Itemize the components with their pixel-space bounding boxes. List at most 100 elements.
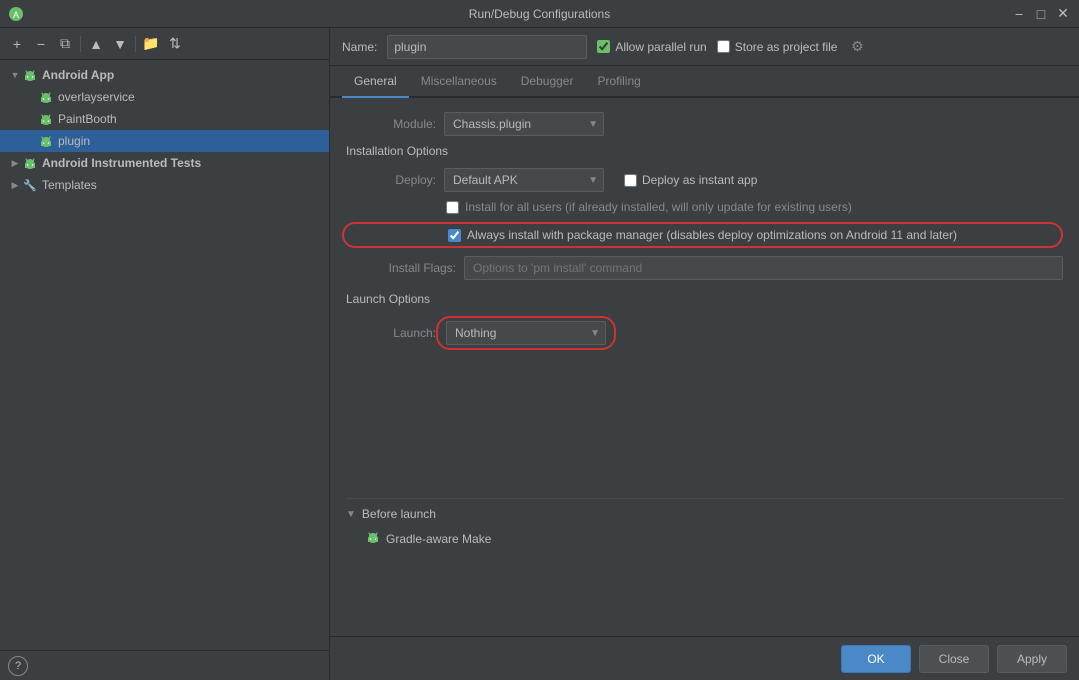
deploy-instant-checkbox[interactable] xyxy=(624,174,637,187)
tab-debugger[interactable]: Debugger xyxy=(509,66,586,98)
sort-button[interactable]: ⇅ xyxy=(164,33,186,55)
module-label: Module: xyxy=(346,117,436,131)
move-down-button[interactable]: ▼ xyxy=(109,33,131,55)
toolbar-separator-1 xyxy=(80,36,81,52)
apply-button[interactable]: Apply xyxy=(997,645,1067,673)
install-for-all-text[interactable]: Install for all users (if already instal… xyxy=(465,200,852,214)
before-launch-item-gradle: Gradle-aware Make xyxy=(358,527,1063,550)
tab-miscellaneous[interactable]: Miscellaneous xyxy=(409,66,509,98)
left-panel: + − ⧉ ▲ ▼ 📁 ⇅ xyxy=(0,28,330,680)
tree-item-android-app[interactable]: ▼ Android App xyxy=(0,64,329,86)
toolbar-separator-2 xyxy=(135,36,136,52)
name-input[interactable] xyxy=(387,35,587,59)
always-install-checkbox[interactable] xyxy=(448,229,461,242)
android-config-icon xyxy=(38,133,54,149)
tree-item-label: PaintBooth xyxy=(58,112,117,126)
tree-expand-arrow: ▼ xyxy=(8,68,22,82)
app-icon: A xyxy=(8,6,24,22)
always-install-text[interactable]: Always install with package manager (dis… xyxy=(467,228,957,242)
folder-button[interactable]: 📁 xyxy=(140,33,162,55)
android-icon xyxy=(22,155,38,171)
tree-item-label: Android Instrumented Tests xyxy=(42,156,201,170)
launch-row-wrapper: Launch: Nothing Default Activity Specifi… xyxy=(346,316,1063,350)
button-row: OK Close Apply xyxy=(330,636,1079,680)
wrench-icon: 🔧 xyxy=(22,177,38,193)
tab-profiling[interactable]: Profiling xyxy=(585,66,652,98)
tree-item-templates[interactable]: ▶ 🔧 Templates xyxy=(0,174,329,196)
tabs-row: General Miscellaneous Debugger Profiling xyxy=(330,66,1079,98)
tree-item-paintbooth[interactable]: ▶ PaintBooth xyxy=(0,108,329,130)
help-button[interactable]: ? xyxy=(8,656,28,676)
install-flags-input[interactable] xyxy=(464,256,1063,280)
install-flags-row: Install Flags: xyxy=(346,256,1063,280)
copy-icon: ⧉ xyxy=(60,35,70,52)
add-config-button[interactable]: + xyxy=(6,33,28,55)
module-select[interactable]: Chassis.plugin xyxy=(444,112,604,136)
deploy-instant-label[interactable]: Deploy as instant app xyxy=(624,173,757,187)
installation-options-title: Installation Options xyxy=(346,144,1063,158)
deploy-select[interactable]: Default APK APK from app bundle Nothing xyxy=(444,168,604,192)
minus-icon: − xyxy=(37,36,45,52)
before-launch-triangle[interactable]: ▼ xyxy=(346,509,356,520)
tree-item-overlayservice[interactable]: ▶ overlayservice xyxy=(0,86,329,108)
tree-item-android-instrumented[interactable]: ▶ Android Instrumented Tests xyxy=(0,152,329,174)
move-up-button[interactable]: ▲ xyxy=(85,33,107,55)
allow-parallel-text: Allow parallel run xyxy=(615,40,706,54)
store-as-project-label[interactable]: Store as project file xyxy=(717,40,838,54)
tree-expand-arrow: ▶ xyxy=(8,178,22,192)
bottom-bar: ? xyxy=(0,650,329,680)
deploy-instant-text: Deploy as instant app xyxy=(642,173,757,187)
remove-config-button[interactable]: − xyxy=(30,33,52,55)
tree-toolbar: + − ⧉ ▲ ▼ 📁 ⇅ xyxy=(0,28,329,60)
android-config-icon xyxy=(38,111,54,127)
install-for-all-row: Install for all users (if already instal… xyxy=(346,200,1063,214)
name-label: Name: xyxy=(342,40,377,54)
ok-button[interactable]: OK xyxy=(841,645,911,673)
close-button[interactable]: ✕ xyxy=(1055,6,1071,22)
maximize-button[interactable]: □ xyxy=(1033,6,1049,22)
tree-item-label: Android App xyxy=(42,68,114,82)
gradle-make-label: Gradle-aware Make xyxy=(386,532,491,546)
up-arrow-icon: ▲ xyxy=(89,36,103,52)
launch-select-wrapper: Nothing Default Activity Specified Activ… xyxy=(446,321,606,345)
allow-parallel-checkbox[interactable] xyxy=(597,40,610,53)
tree-expand-arrow: ▶ xyxy=(8,156,22,170)
module-select-wrapper: Chassis.plugin ▼ xyxy=(444,112,604,136)
launch-label: Launch: xyxy=(346,326,436,340)
down-arrow-icon: ▼ xyxy=(113,36,127,52)
deploy-select-wrapper: Default APK APK from app bundle Nothing … xyxy=(444,168,604,192)
gradle-make-icon xyxy=(366,530,380,547)
android-config-icon xyxy=(38,89,54,105)
title-bar: A Run/Debug Configurations − □ ✕ xyxy=(0,0,1079,28)
tab-general[interactable]: General xyxy=(342,66,409,98)
store-as-project-checkbox[interactable] xyxy=(717,40,730,53)
dialog-title: Run/Debug Configurations xyxy=(469,7,610,21)
install-for-all-checkbox[interactable] xyxy=(446,201,459,214)
main-layout: + − ⧉ ▲ ▼ 📁 ⇅ xyxy=(0,28,1079,680)
sort-icon: ⇅ xyxy=(169,35,181,52)
folder-icon: 📁 xyxy=(142,35,159,52)
tree-item-label: Templates xyxy=(42,178,97,192)
always-install-row: Always install with package manager (dis… xyxy=(342,222,1063,248)
config-tree: ▼ Android App ▶ overlayservice ▶ xyxy=(0,60,329,650)
install-flags-label: Install Flags: xyxy=(346,261,456,275)
tree-item-plugin[interactable]: ▶ plugin xyxy=(0,130,329,152)
close-button[interactable]: Close xyxy=(919,645,989,673)
name-row: Name: Allow parallel run Store as projec… xyxy=(330,28,1079,66)
launch-select[interactable]: Nothing Default Activity Specified Activ… xyxy=(446,321,606,345)
minimize-button[interactable]: − xyxy=(1011,6,1027,22)
tree-item-label: plugin xyxy=(58,134,90,148)
content-spacer xyxy=(346,358,1063,498)
content-area: Module: Chassis.plugin ▼ Installation Op… xyxy=(330,98,1079,636)
deploy-label: Deploy: xyxy=(346,173,436,187)
copy-config-button[interactable]: ⧉ xyxy=(54,33,76,55)
gear-button[interactable]: ⚙ xyxy=(847,37,867,57)
right-panel: Name: Allow parallel run Store as projec… xyxy=(330,28,1079,680)
plus-icon: + xyxy=(13,36,21,52)
svg-text:A: A xyxy=(13,10,19,20)
title-controls: − □ ✕ xyxy=(1011,6,1071,22)
launch-highlight: Nothing Default Activity Specified Activ… xyxy=(436,316,616,350)
android-icon xyxy=(22,67,38,83)
launch-options-title: Launch Options xyxy=(346,292,1063,306)
allow-parallel-label[interactable]: Allow parallel run xyxy=(597,40,706,54)
